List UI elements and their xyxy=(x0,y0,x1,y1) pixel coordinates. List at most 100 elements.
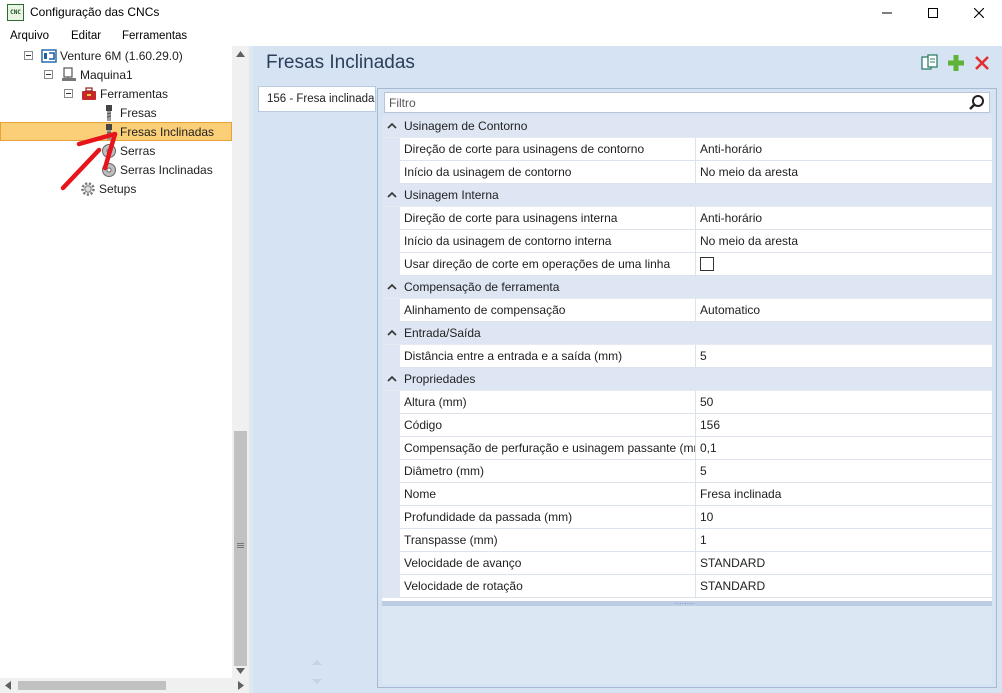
tree-label: Fresas xyxy=(120,105,157,120)
property-row[interactable]: Compensação de perfuração e usinagem pas… xyxy=(382,437,992,460)
scroll-right-icon[interactable] xyxy=(238,681,244,690)
property-row[interactable]: Velocidade de rotação STANDARD xyxy=(382,575,992,598)
scroll-arrows-icon[interactable] xyxy=(311,658,323,686)
add-button[interactable] xyxy=(947,54,965,72)
menu-bar: Arquivo Editar Ferramentas xyxy=(0,27,1002,47)
category-usinagem-interna[interactable]: Usinagem Interna xyxy=(382,184,992,207)
collapse-icon[interactable] xyxy=(64,89,73,98)
property-row[interactable]: Direção de corte para usinagens de conto… xyxy=(382,138,992,161)
property-value[interactable]: No meio da aresta xyxy=(696,161,992,184)
window-title: Configuração das CNCs xyxy=(30,5,160,19)
search-icon[interactable] xyxy=(968,94,986,112)
mill-tool-icon xyxy=(101,104,117,121)
property-name: Compensação de perfuração e usinagem pas… xyxy=(400,437,696,460)
scroll-up-icon[interactable] xyxy=(236,51,245,57)
collapse-icon[interactable] xyxy=(44,70,53,79)
minimize-button[interactable] xyxy=(864,0,910,26)
category-label: Usinagem Interna xyxy=(404,188,499,202)
property-row[interactable]: Usar direção de corte em operações de um… xyxy=(382,253,992,276)
property-value[interactable]: STANDARD xyxy=(696,552,992,575)
property-row[interactable]: Início da usinagem de contorno No meio d… xyxy=(382,161,992,184)
collapse-caret-icon[interactable] xyxy=(387,328,397,338)
property-value[interactable]: Anti-horário xyxy=(696,207,992,230)
property-value[interactable]: 5 xyxy=(696,460,992,483)
property-row[interactable]: Velocidade de avanço STANDARD xyxy=(382,552,992,575)
property-name: Direção de corte para usinagens de conto… xyxy=(400,138,696,161)
property-row[interactable]: Início da usinagem de contorno interna N… xyxy=(382,230,992,253)
property-row[interactable]: Profundidade da passada (mm) 10 xyxy=(382,506,992,529)
tree-label: Maquina1 xyxy=(80,67,133,82)
toolbox-icon xyxy=(81,86,97,102)
property-value[interactable]: Anti-horário xyxy=(696,138,992,161)
property-name: Direção de corte para usinagens interna xyxy=(400,207,696,230)
scroll-thumb[interactable] xyxy=(234,431,247,666)
property-row[interactable]: Código 156 xyxy=(382,414,992,437)
property-name: Alinhamento de compensação xyxy=(400,299,696,322)
property-value[interactable]: 5 xyxy=(696,345,992,368)
tree-label: Venture 6M (1.60.29.0) xyxy=(60,48,183,63)
filter-placeholder: Filtro xyxy=(389,96,416,110)
tree-node-machine[interactable]: Maquina1 xyxy=(44,65,133,84)
property-value[interactable]: 10 xyxy=(696,506,992,529)
close-window-button[interactable] xyxy=(956,0,1002,26)
property-value[interactable]: 0,1 xyxy=(696,437,992,460)
tree-horizontal-scrollbar[interactable] xyxy=(0,678,249,693)
property-row[interactable]: Nome Fresa inclinada xyxy=(382,483,992,506)
property-name: Distância entre a entrada e a saída (mm) xyxy=(400,345,696,368)
property-name: Início da usinagem de contorno interna xyxy=(400,230,696,253)
collapse-caret-icon[interactable] xyxy=(387,190,397,200)
property-name: Velocidade de avanço xyxy=(400,552,696,575)
property-name: Transpasse (mm) xyxy=(400,529,696,552)
property-value[interactable]: Automatico xyxy=(696,299,992,322)
property-value[interactable]: STANDARD xyxy=(696,575,992,598)
maximize-button[interactable] xyxy=(910,0,956,26)
category-label: Entrada/Saída xyxy=(404,326,481,340)
property-name: Profundidade da passada (mm) xyxy=(400,506,696,529)
description-area xyxy=(382,606,992,684)
property-value[interactable]: 50 xyxy=(696,391,992,414)
property-value[interactable]: 156 xyxy=(696,414,992,437)
property-row[interactable]: Altura (mm) 50 xyxy=(382,391,992,414)
collapse-icon[interactable] xyxy=(24,51,33,60)
tab-fresa-inclinada[interactable]: 156 - Fresa inclinada xyxy=(258,86,376,112)
property-value[interactable]: Fresa inclinada xyxy=(696,483,992,506)
category-label: Propriedades xyxy=(404,372,476,386)
category-compensacao[interactable]: Compensação de ferramenta xyxy=(382,276,992,299)
scroll-down-icon[interactable] xyxy=(236,668,245,674)
category-propriedades[interactable]: Propriedades xyxy=(382,368,992,391)
category-label: Usinagem de Contorno xyxy=(404,119,528,133)
property-row[interactable]: Diâmetro (mm) 5 xyxy=(382,460,992,483)
property-row[interactable]: Distância entre a entrada e a saída (mm)… xyxy=(382,345,992,368)
category-entrada-saida[interactable]: Entrada/Saída xyxy=(382,322,992,345)
scroll-thumb[interactable] xyxy=(18,681,166,690)
tree-item-fresas[interactable]: Fresas xyxy=(101,103,157,122)
filter-input[interactable]: Filtro xyxy=(384,92,990,113)
menu-arquivo[interactable]: Arquivo xyxy=(10,30,49,42)
grip-icon xyxy=(675,603,695,604)
property-panel: Filtro Usinagem de Contorno Direção de c… xyxy=(377,88,997,688)
copy-button[interactable] xyxy=(921,54,939,72)
menu-ferramentas[interactable]: Ferramentas xyxy=(122,30,187,42)
property-value[interactable]: No meio da aresta xyxy=(696,230,992,253)
delete-button[interactable] xyxy=(973,54,991,72)
menu-editar[interactable]: Editar xyxy=(71,30,101,42)
category-usinagem-contorno[interactable]: Usinagem de Contorno xyxy=(382,115,992,138)
close-icon xyxy=(974,8,984,18)
property-row[interactable]: Direção de corte para usinagens interna … xyxy=(382,207,992,230)
grip-icon xyxy=(237,543,244,548)
collapse-caret-icon[interactable] xyxy=(387,121,397,131)
tree-node-tools[interactable]: Ferramentas xyxy=(64,84,168,103)
collapse-caret-icon[interactable] xyxy=(387,282,397,292)
property-value[interactable]: 1 xyxy=(696,529,992,552)
property-row[interactable]: Transpasse (mm) 1 xyxy=(382,529,992,552)
property-row[interactable]: Alinhamento de compensação Automatico xyxy=(382,299,992,322)
machine-icon xyxy=(61,66,77,83)
page-title: Fresas Inclinadas xyxy=(266,52,415,73)
single-line-cut-direction-checkbox[interactable] xyxy=(700,257,714,271)
tree-vertical-scrollbar[interactable] xyxy=(232,46,249,678)
collapse-caret-icon[interactable] xyxy=(387,374,397,384)
tree-label: Fresas Inclinadas xyxy=(120,124,215,139)
tree-node-root[interactable]: Venture 6M (1.60.29.0) xyxy=(24,46,183,65)
scroll-left-icon[interactable] xyxy=(5,681,11,690)
app-icon: CNC xyxy=(7,4,24,21)
